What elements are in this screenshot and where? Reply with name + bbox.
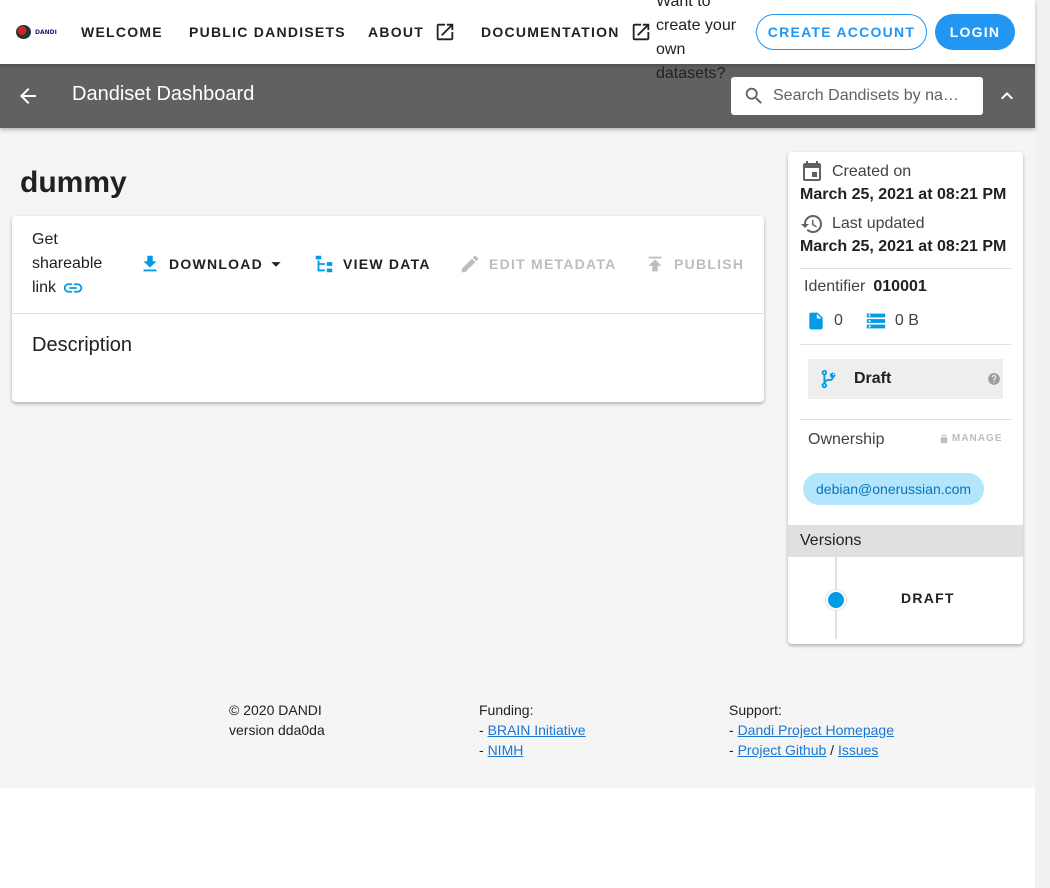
identifier-value: 010001 xyxy=(873,278,927,295)
updated-value: March 25, 2021 at 08:21 PM xyxy=(800,238,1007,255)
pencil-icon xyxy=(461,255,479,273)
vertical-scrollbar[interactable] xyxy=(1035,0,1050,888)
storage-size: 0 B xyxy=(865,310,919,332)
create-datasets-prompt: Want to create your own datasets? xyxy=(656,0,737,82)
support-item: - Project Github / Issues xyxy=(729,742,879,758)
project-homepage-link[interactable]: Dandi Project Homepage xyxy=(738,722,894,738)
footer-support: Support: - Dandi Project Homepage - Proj… xyxy=(729,700,894,760)
created-value: March 25, 2021 at 08:21 PM xyxy=(800,186,1007,203)
manage-label: MANAGE xyxy=(952,433,1003,444)
panel-divider xyxy=(800,268,1011,269)
file-count: 0 xyxy=(806,310,843,332)
calendar-icon xyxy=(803,161,821,181)
publish-icon xyxy=(648,256,662,272)
file-icon xyxy=(809,312,823,330)
identifier-row: Identifier 010001 xyxy=(804,278,927,296)
funding-item: - NIMH xyxy=(479,742,524,758)
brain-initiative-link[interactable]: BRAIN Initiative xyxy=(488,722,586,738)
nav-about-label: ABOUT xyxy=(368,24,425,40)
login-button[interactable]: LOGIN xyxy=(935,14,1015,50)
lock-icon xyxy=(940,433,948,443)
nav-documentation-label: DOCUMENTATION xyxy=(481,24,620,40)
toolbar-title: Dandiset Dashboard xyxy=(72,83,255,105)
version-status-label: Draft xyxy=(854,370,892,387)
search-icon xyxy=(745,87,762,104)
funding-item: - BRAIN Initiative xyxy=(479,722,586,738)
search-input[interactable] xyxy=(773,87,963,105)
description-heading: Description xyxy=(32,334,133,356)
open-in-new-icon xyxy=(436,23,454,41)
dandiset-card: Get shareable link DOWNLOAD VIEW DATA ED… xyxy=(12,216,764,402)
updated-row: Last updated xyxy=(800,212,925,236)
storage-icon xyxy=(866,313,886,329)
support-item: - Dandi Project Homepage xyxy=(729,722,894,738)
download-label: DOWNLOAD xyxy=(169,256,263,272)
metadata-panel: Created on March 25, 2021 at 08:21 PM La… xyxy=(788,152,1023,644)
issues-link[interactable]: Issues xyxy=(838,742,878,758)
versions-heading: Versions xyxy=(788,525,1023,557)
manage-owners-button[interactable]: MANAGE xyxy=(939,433,1002,444)
link-icon xyxy=(64,283,83,293)
arrow-back-icon[interactable] xyxy=(16,84,40,108)
dandiset-title: dummy xyxy=(20,166,127,199)
create-account-button[interactable]: CREATE ACCOUNT xyxy=(756,14,927,50)
nav-public-dandisets-label: PUBLIC DANDISETS xyxy=(189,24,346,40)
publish-label: PUBLISH xyxy=(674,256,745,272)
owner-chip[interactable]: debian@onerussian.com xyxy=(803,473,985,505)
search-box[interactable] xyxy=(731,77,983,115)
nav-about[interactable]: ABOUT xyxy=(368,20,456,44)
footer-funding: Funding: - BRAIN Initiative - NIMH xyxy=(479,700,586,760)
nav-welcome-label: WELCOME xyxy=(81,24,163,40)
updated-label: Last updated xyxy=(832,215,925,232)
chevron-up-icon[interactable] xyxy=(995,84,1019,108)
panel-divider xyxy=(800,344,1011,345)
share-link-button[interactable]: Get shareable link xyxy=(32,228,112,300)
storage-size-value: 0 B xyxy=(894,312,919,329)
version-text: version dda0da xyxy=(229,722,325,738)
caret-down-icon xyxy=(271,262,281,267)
copyright-text: © 2020 DANDI xyxy=(229,702,322,718)
download-icon xyxy=(143,255,157,272)
link-separator: / xyxy=(830,742,835,758)
nav-welcome[interactable]: WELCOME xyxy=(81,20,163,44)
dashboard-toolbar: Dandiset Dashboard xyxy=(0,64,1035,128)
footer-copyright: © 2020 DANDI version dda0da xyxy=(229,700,325,740)
ownership-label: Ownership xyxy=(808,431,885,448)
dandi-logo-icon xyxy=(16,25,31,39)
top-nav: DANDI WELCOME PUBLIC DANDISETS ABOUT DOC… xyxy=(0,0,1035,82)
project-github-link[interactable]: Project Github xyxy=(738,742,827,758)
version-draft-button[interactable]: DRAFT xyxy=(901,590,955,606)
file-tree-icon xyxy=(315,255,333,273)
view-data-button[interactable]: VIEW DATA xyxy=(313,252,431,276)
publish-button[interactable]: PUBLISH xyxy=(644,252,744,276)
page: DANDI WELCOME PUBLIC DANDISETS ABOUT DOC… xyxy=(0,0,1035,888)
panel-divider xyxy=(800,419,1011,420)
nav-public-dandisets[interactable]: PUBLIC DANDISETS xyxy=(189,20,346,44)
timeline-dot xyxy=(826,590,846,610)
edit-metadata-button[interactable]: EDIT METADATA xyxy=(459,252,616,276)
dandi-logo[interactable]: DANDI xyxy=(16,24,57,40)
created-row: Created on xyxy=(800,160,911,184)
nav-documentation[interactable]: DOCUMENTATION xyxy=(481,20,652,44)
identifier-label: Identifier xyxy=(804,278,866,295)
main-content: dummy Get shareable link DOWNLOAD VIEW D… xyxy=(0,128,1035,788)
funding-label: Funding: xyxy=(479,702,534,718)
card-divider xyxy=(12,313,764,314)
nimh-link[interactable]: NIMH xyxy=(488,742,524,758)
logo-text: DANDI xyxy=(35,28,57,36)
download-button[interactable]: DOWNLOAD xyxy=(139,252,287,276)
file-count-value: 0 xyxy=(834,312,843,329)
open-in-new-icon xyxy=(632,23,649,41)
edit-metadata-label: EDIT METADATA xyxy=(489,256,617,272)
version-status: Draft xyxy=(808,359,1003,399)
stats-row: 0 0 B xyxy=(806,310,941,332)
created-label: Created on xyxy=(832,163,912,180)
source-branch-icon xyxy=(821,369,836,389)
view-data-label: VIEW DATA xyxy=(343,256,431,272)
history-icon xyxy=(801,215,822,234)
help-circle-icon[interactable] xyxy=(987,372,1001,386)
support-label: Support: xyxy=(729,702,782,718)
